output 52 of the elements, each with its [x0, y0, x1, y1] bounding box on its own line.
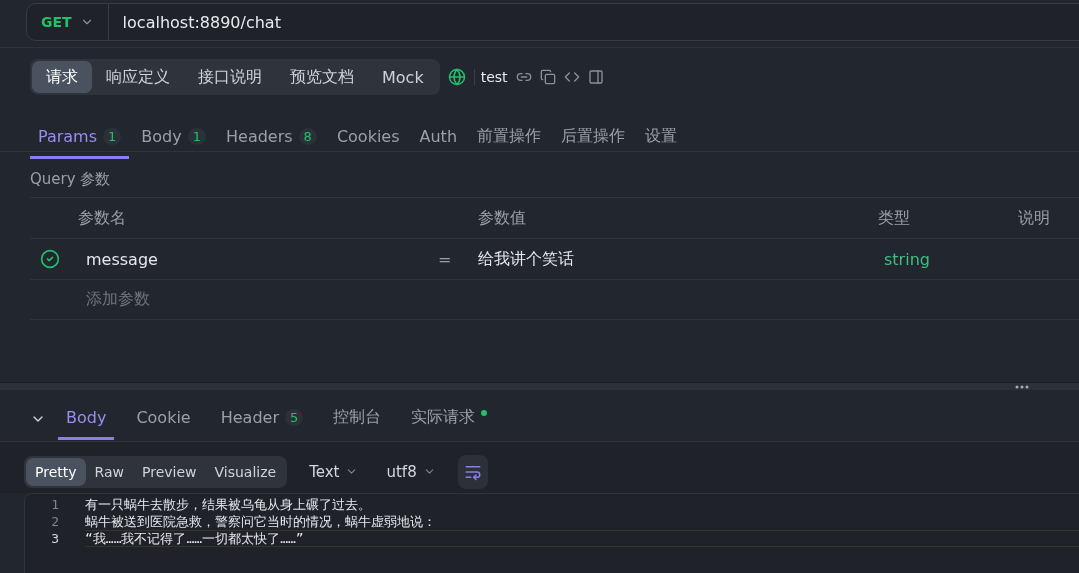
param-tab[interactable]: Cookies: [328, 117, 408, 159]
param-type[interactable]: string: [878, 249, 1018, 269]
drag-handle-icon[interactable]: [1015, 384, 1029, 389]
view-tab[interactable]: Visualize: [205, 457, 286, 486]
column-header: 参数名: [78, 207, 127, 229]
panel-icon[interactable]: [587, 69, 604, 85]
param-tab[interactable]: Auth: [411, 117, 465, 159]
copy-icon[interactable]: [539, 69, 556, 85]
code-line: 蜗牛被送到医院急救，警察问它当时的情况，蜗牛虚弱地说：: [85, 512, 436, 531]
param-tab[interactable]: 后置操作: [553, 117, 633, 159]
environment-label[interactable]: test: [473, 69, 508, 85]
view-tab[interactable]: Pretty: [26, 457, 86, 486]
param-tab[interactable]: Body 1: [133, 117, 214, 159]
line-number: 3: [50, 531, 60, 546]
param-value[interactable]: 给我讲个笑话: [478, 248, 878, 270]
line-number: 2: [50, 514, 60, 529]
response-tab[interactable]: Body: [58, 397, 115, 440]
view-tab[interactable]: Raw: [85, 457, 133, 486]
param-tab[interactable]: 前置操作: [469, 117, 549, 159]
mode-tab[interactable]: 请求: [32, 61, 92, 93]
section-title: Query 参数: [30, 170, 112, 189]
count-badge: 5: [284, 408, 304, 426]
encoding-dropdown[interactable]: utf8: [380, 462, 442, 481]
view-tab[interactable]: Preview: [133, 457, 206, 486]
response-tab[interactable]: Cookie: [128, 397, 199, 440]
mode-tab[interactable]: Mock: [368, 61, 438, 93]
count-badge: 1: [103, 128, 122, 145]
param-tab[interactable]: 设置: [637, 117, 685, 159]
url-field[interactable]: localhost:8890/chat: [108, 3, 1079, 41]
count-badge: 1: [187, 128, 206, 145]
mode-tab[interactable]: 接口说明: [184, 61, 276, 93]
equals-sign: =: [438, 249, 453, 269]
param-tab[interactable]: Params 1: [30, 117, 130, 159]
format-dropdown[interactable]: Text: [303, 462, 365, 481]
mode-tab[interactable]: 预览文档: [276, 61, 368, 93]
code-icon[interactable]: [563, 69, 580, 85]
param-tab[interactable]: Headers 8: [218, 117, 325, 159]
response-tab[interactable]: Header 5: [212, 397, 312, 440]
column-header: 说明: [1018, 207, 1051, 229]
column-header: 参数值: [478, 207, 527, 229]
response-tab[interactable]: 控制台: [325, 397, 390, 440]
globe-icon[interactable]: [447, 68, 466, 86]
wrap-button[interactable]: [457, 454, 488, 489]
mode-tab[interactable]: 响应定义: [92, 61, 184, 93]
param-name[interactable]: message: [78, 249, 438, 269]
column-header: 类型: [878, 207, 911, 229]
response-tab[interactable]: 实际请求: [403, 397, 496, 440]
code-line: “我……我不记得了……一切都太快了……”: [85, 529, 304, 548]
count-badge: 8: [298, 128, 317, 145]
method-dropdown[interactable]: GET: [26, 3, 109, 41]
code-line: 有一只蜗牛去散步，结果被乌龟从身上碾了过去。: [85, 495, 371, 514]
line-number: 1: [50, 497, 60, 512]
